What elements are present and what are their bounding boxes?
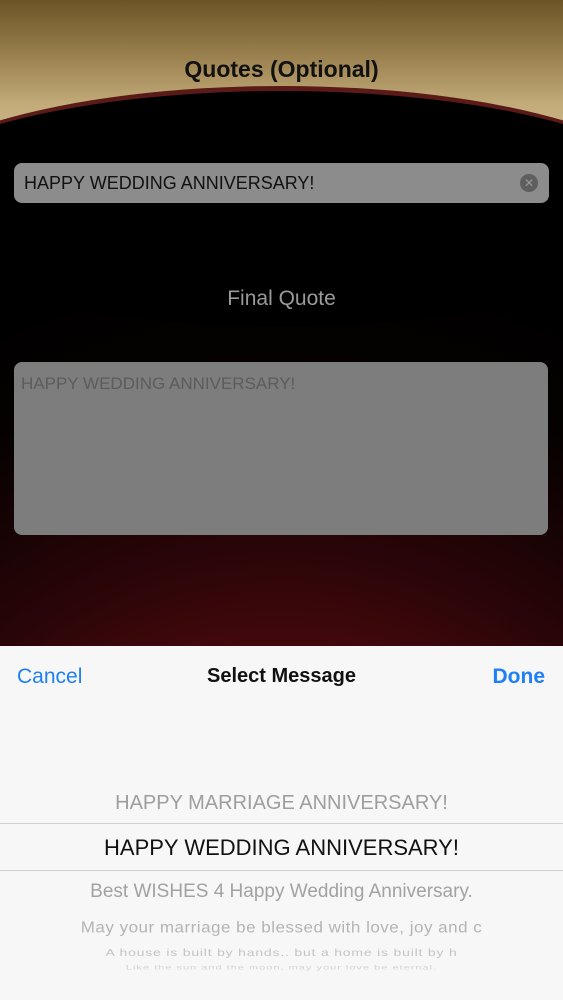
picker-wheel[interactable]: HAPPY MARRIAGE ANNIVERSARY! HAPPY WEDDIN… [0,786,563,976]
final-quote-label: Final Quote [227,287,336,310]
clear-icon[interactable]: ✕ [520,174,538,192]
picker-option[interactable]: A house is built by hands.. but a home i… [0,946,563,958]
picker-option-selected[interactable]: HAPPY WEDDING ANNIVERSARY! [0,835,563,861]
picker-option[interactable]: Best WISHES 4 Happy Wedding Anniversary. [0,881,563,903]
message-picker: Cancel Done Select Message HAPPY MARRIAG… [0,646,563,1000]
selection-divider-top [0,823,563,824]
final-quote-textarea[interactable]: HAPPY WEDDING ANNIVERSARY! [14,362,548,535]
picker-toolbar: Cancel Done [0,646,563,708]
picker-option[interactable]: HAPPY MARRIAGE ANNIVERSARY! [0,792,563,815]
picker-option[interactable]: Like the sun and the moon, may your love… [0,965,563,972]
page-title: Quotes (Optional) [184,56,379,82]
quote-input[interactable]: HAPPY WEDDING ANNIVERSARY! ✕ [14,163,549,203]
quote-input-value[interactable]: HAPPY WEDDING ANNIVERSARY! [24,173,549,194]
picker-option[interactable]: May your marriage be blessed with love, … [0,919,563,937]
selection-divider-bottom [0,870,563,871]
screen: Quotes (Optional) HAPPY WEDDING ANNIVERS… [0,0,563,1000]
cancel-button[interactable]: Cancel [17,665,82,689]
done-button[interactable]: Done [493,665,546,689]
